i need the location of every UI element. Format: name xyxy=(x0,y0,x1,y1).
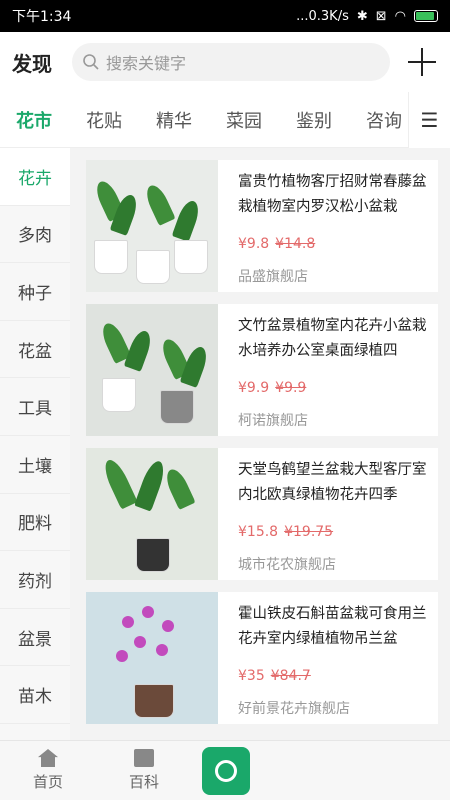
product-price: ¥15.8 xyxy=(238,524,279,540)
sidebar-item-fertilizer[interactable]: 肥料 xyxy=(0,494,70,552)
sidebar-item-flowers[interactable]: 花卉 xyxy=(0,148,70,206)
tab-consult[interactable]: 咨询 xyxy=(366,107,402,133)
tab-flower-market[interactable]: 花市 xyxy=(16,107,52,133)
tab-featured[interactable]: 精华 xyxy=(156,107,192,133)
sidebar-item-tools[interactable]: 工具 xyxy=(0,378,70,436)
product-price: ¥9.9 xyxy=(238,380,270,396)
sidebar-item-seeds[interactable]: 种子 xyxy=(0,263,70,321)
nav-encyclopedia-label: 百科 xyxy=(128,773,159,791)
product-name: 天堂鸟鹤望兰盆栽大型客厅室内北欧真绿植物花卉四季 xyxy=(238,462,427,503)
sidebar-item-soil[interactable]: 土壤 xyxy=(0,436,70,494)
sim-icon: ⊠ xyxy=(375,8,387,24)
product-card[interactable]: 霍山铁皮石斛苗盆栽可食用兰花卉室内绿植植物吊兰盆 ¥35 ¥84.7 好前景花卉旗… xyxy=(86,592,438,724)
product-card[interactable]: 富贵竹植物客厅招财常春藤盆栽植物室内罗汉松小盆栽 ¥9.8 ¥14.8 品盛旗舰店 xyxy=(86,160,438,292)
add-button[interactable] xyxy=(406,46,438,78)
header: 发现 搜索关键字 xyxy=(0,32,450,92)
product-original-price: ¥14.8 xyxy=(275,236,316,252)
sidebar-item-seedlings[interactable]: 苗木 xyxy=(0,666,70,724)
product-price: ¥35 xyxy=(238,668,265,684)
search-input[interactable]: 搜索关键字 xyxy=(72,43,390,81)
status-time: 下午1:34 xyxy=(12,9,72,25)
sidebar-item-pesticide[interactable]: 药剂 xyxy=(0,551,70,609)
product-price: ¥9.8 xyxy=(238,236,270,252)
status-bar: 下午1:34 ...0.3K/s ✱ ⊠ ◠ xyxy=(0,0,450,32)
product-name: 富贵竹植物客厅招财常春藤盆栽植物室内罗汉松小盆栽 xyxy=(238,174,427,215)
tab-posts[interactable]: 花贴 xyxy=(86,107,122,133)
product-original-price: ¥19.75 xyxy=(284,524,334,540)
product-image xyxy=(86,592,218,724)
product-original-price: ¥84.7 xyxy=(270,668,311,684)
book-icon xyxy=(134,749,154,767)
more-tabs-icon[interactable]: ☰ xyxy=(408,92,450,148)
product-card[interactable]: 天堂鸟鹤望兰盆栽大型客厅室内北欧真绿植物花卉四季 ¥15.8 ¥19.75 城市花… xyxy=(86,448,438,580)
sidebar-item-pots[interactable]: 花盆 xyxy=(0,321,70,379)
sidebar-item-bonsai[interactable]: 盆景 xyxy=(0,609,70,667)
shop-name: 柯诺旗舰店 xyxy=(238,413,308,429)
camera-icon xyxy=(215,760,237,782)
product-image xyxy=(86,160,218,292)
nav-home[interactable]: 首页 xyxy=(0,741,96,800)
camera-button[interactable] xyxy=(202,747,250,795)
wifi-icon: ◠ xyxy=(394,8,406,24)
home-icon xyxy=(38,749,58,767)
network-speed: ...0.3K/s xyxy=(296,8,349,24)
product-original-price: ¥9.9 xyxy=(275,380,307,396)
status-icons: ...0.3K/s ✱ ⊠ ◠ xyxy=(296,9,438,24)
bluetooth-icon: ✱ xyxy=(356,8,368,24)
nav-encyclopedia[interactable]: 百科 xyxy=(96,741,192,800)
product-list: 富贵竹植物客厅招财常春藤盆栽植物室内罗汉松小盆栽 ¥9.8 ¥14.8 品盛旗舰店… xyxy=(70,148,450,740)
product-name: 霍山铁皮石斛苗盆栽可食用兰花卉室内绿植植物吊兰盆 xyxy=(238,606,427,647)
product-card[interactable]: 文竹盆景植物室内花卉小盆栽水培养办公室桌面绿植四 ¥9.9 ¥9.9 柯诺旗舰店 xyxy=(86,304,438,436)
tab-identify[interactable]: 鉴别 xyxy=(296,107,332,133)
bottom-navigation: 首页 百科 xyxy=(0,740,450,800)
tab-vegetable-garden[interactable]: 菜园 xyxy=(226,107,262,133)
sidebar-item-succulents[interactable]: 多肉 xyxy=(0,206,70,264)
search-icon xyxy=(83,54,99,70)
search-placeholder: 搜索关键字 xyxy=(106,54,187,73)
shop-name: 好前景花卉旗舰店 xyxy=(238,701,350,717)
product-name: 文竹盆景植物室内花卉小盆栽水培养办公室桌面绿植四 xyxy=(238,318,427,359)
shop-name: 城市花农旗舰店 xyxy=(238,557,336,573)
category-tabs: 花市 花贴 精华 菜园 鉴别 咨询 ☰ xyxy=(0,92,450,148)
shop-name: 品盛旗舰店 xyxy=(238,269,308,285)
page-title: 发现 xyxy=(12,51,52,76)
product-image xyxy=(86,304,218,436)
product-image xyxy=(86,448,218,580)
battery-icon xyxy=(414,10,438,22)
category-sidebar: 花卉 多肉 种子 花盆 工具 土壤 肥料 药剂 盆景 苗木 xyxy=(0,148,70,740)
nav-home-label: 首页 xyxy=(32,773,63,791)
